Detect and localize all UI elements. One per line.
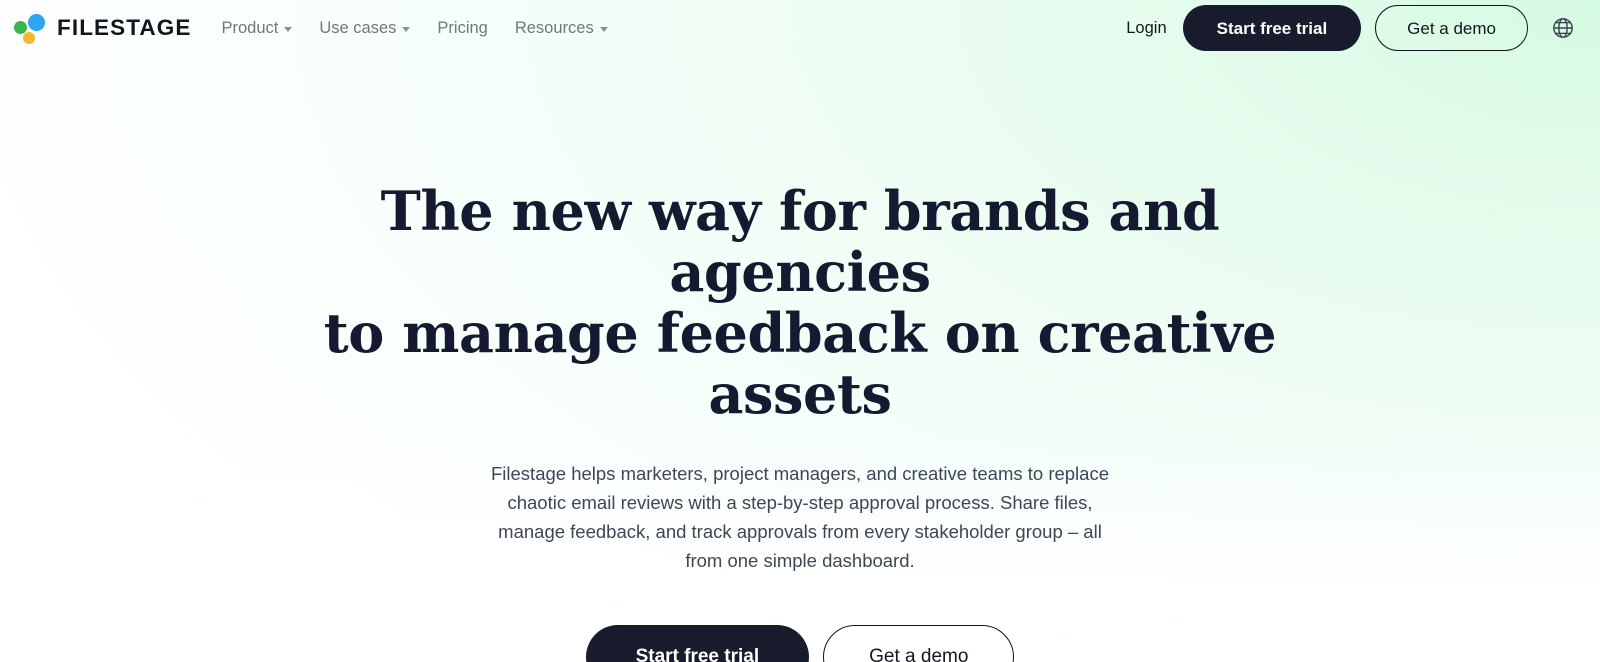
- globe-icon[interactable]: [1550, 15, 1576, 41]
- filestage-dots-icon: [14, 11, 48, 45]
- nav-item-use-cases[interactable]: Use cases: [319, 18, 411, 37]
- hero-subheading: Filestage helps marketers, project manag…: [491, 463, 1109, 572]
- header-start-free-trial-button[interactable]: Start free trial: [1182, 5, 1362, 51]
- hero-get-a-demo-button[interactable]: Get a demo: [823, 625, 1015, 662]
- chevron-down-icon: [599, 27, 608, 32]
- page-title: The new way for brands and agencies to m…: [250, 179, 1350, 427]
- nav-item-product[interactable]: Product: [222, 20, 293, 37]
- nav-item-resources[interactable]: Resources: [515, 20, 608, 37]
- headline-line-1: The new way for brands and agencies: [380, 179, 1220, 305]
- chevron-down-icon: [284, 27, 293, 32]
- primary-nav: Product Use cases Pricing Resources: [222, 20, 608, 37]
- nav-item-label: Pricing: [437, 18, 488, 37]
- brand-name: FILESTAGE: [57, 14, 192, 40]
- hero-start-free-trial-button[interactable]: Start free trial: [585, 625, 810, 662]
- nav-item-label: Resources: [514, 18, 594, 37]
- header-get-a-demo-button[interactable]: Get a demo: [1375, 5, 1528, 51]
- hero-cta-row: Start free trial Get a demo: [0, 625, 1600, 662]
- brand-logo[interactable]: FILESTAGE: [14, 11, 192, 45]
- hero-section: The new way for brands and agencies to m…: [0, 56, 1600, 662]
- logo-dot-blue-icon: [28, 14, 45, 31]
- chevron-down-icon: [402, 27, 411, 32]
- logo-dot-yellow-icon: [23, 32, 35, 44]
- site-header: FILESTAGE Product Use cases Pricing Reso…: [0, 0, 1600, 56]
- nav-item-label: Product: [221, 18, 279, 37]
- nav-item-pricing[interactable]: Pricing: [437, 20, 487, 37]
- page-root: FILESTAGE Product Use cases Pricing Reso…: [0, 0, 1600, 662]
- nav-item-label: Use cases: [319, 18, 397, 37]
- header-actions: Login Start free trial Get a demo: [1110, 5, 1576, 51]
- login-link[interactable]: Login: [1110, 19, 1182, 38]
- headline-line-2: to manage feedback on creative assets: [323, 301, 1277, 427]
